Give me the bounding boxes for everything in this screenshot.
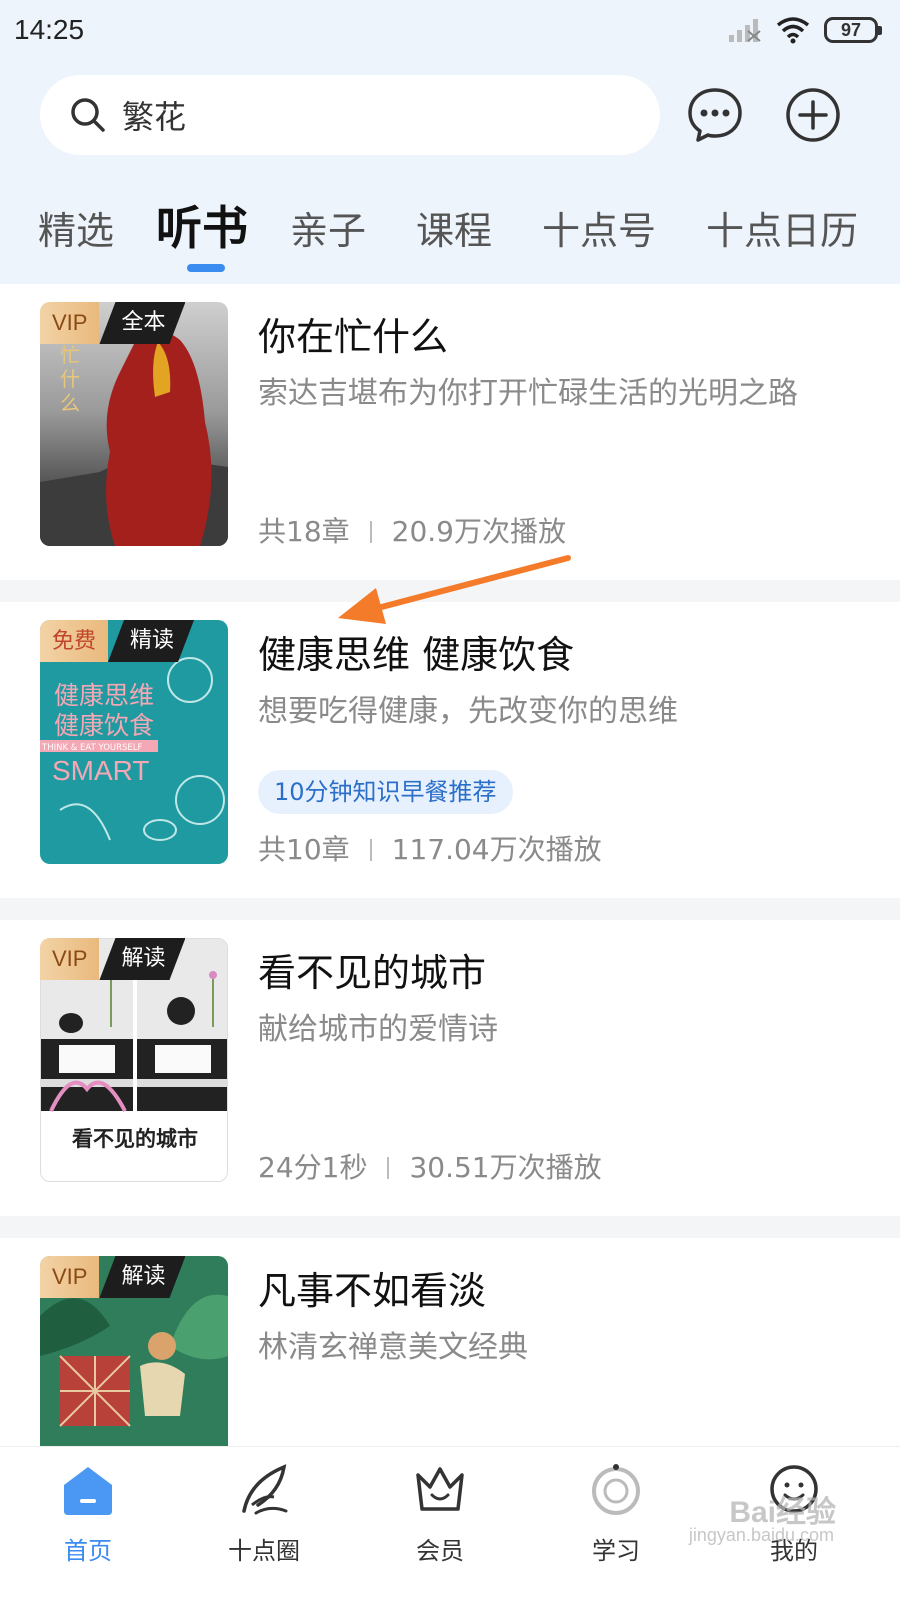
book-subtitle: 想要吃得健康，先改变你的思维 [258,694,678,729]
book-meta: 24分1秒 30.51万次播放 [258,1146,602,1186]
chapter-count: 共18章 [258,515,350,548]
tab-kecheng[interactable]: 课程 [416,200,492,255]
book-title: 健康思维 健康饮食 [258,633,575,677]
signal-icon [729,19,761,42]
chapter-count: 共10章 [258,833,350,866]
book-badge: 免费 精读 [40,620,194,662]
category-tabs: 精选 听书 亲子 课程 十点号 十点日历 [0,190,900,280]
badge-type: 全本 [99,302,185,344]
tab-shidianhao[interactable]: 十点号 [542,200,656,255]
badge-vip: VIP [40,302,100,344]
nav-study[interactable]: 学习 [556,1461,676,1566]
add-icon[interactable] [784,86,842,144]
header: 14:25 97 繁花 精选 听书 亲子 课程 十点号 十点日历 [0,0,900,290]
badge-type: 精读 [108,620,194,662]
book-card[interactable]: VIP 解读 凡事不如看淡 林清玄禅意美文经典 [0,1238,900,1448]
book-card[interactable]: 健康思维 健康饮食 THINK & EAT YOURSELF SMART 免费 … [0,602,900,898]
play-count: 30.51万次播放 [409,1151,602,1184]
nav-label: 十点圈 [228,1537,300,1565]
svg-text:什: 什 [60,367,80,391]
book-meta: 共18章 20.9万次播放 [258,510,566,550]
badge-vip: VIP [40,938,100,980]
book-meta: 共10章 117.04万次播放 [258,828,602,868]
badge-type: 解读 [99,938,185,980]
book-subtitle: 林清玄禅意美文经典 [258,1330,528,1365]
duration: 24分1秒 [258,1151,368,1184]
meta-divider [369,839,372,861]
book-subtitle: 献给城市的爱情诗 [258,1012,498,1047]
tab-jingxuan[interactable]: 精选 [38,200,114,255]
nav-home[interactable]: 首页 [28,1461,148,1566]
play-count: 20.9万次播放 [391,515,566,548]
nav-shidianquan[interactable]: 十点圈 [204,1461,324,1566]
tab-shidianrili[interactable]: 十点日历 [706,200,858,255]
feather-icon [242,1464,288,1515]
badge-type: 解读 [99,1256,185,1298]
nav-vip[interactable]: 会员 [380,1461,500,1566]
status-bar: 14:25 97 [0,0,900,62]
book-card[interactable]: 看不见的城市 VIP 解读 看不见的城市 献给城市的爱情诗 24分1秒 30.51… [0,920,900,1216]
nav-label: 学习 [592,1537,640,1565]
book-badge: VIP 解读 [40,1256,185,1298]
book-title: 看不见的城市 [258,951,487,995]
status-icons: 97 [728,16,882,44]
battery-indicator: 97 [824,17,882,43]
book-subtitle: 索达吉堪布为你打开忙碌生活的光明之路 [258,376,798,411]
cover-title-line2: 健康饮食 [54,711,154,740]
book-badge: VIP 解读 [40,938,185,980]
annotation-arrow [338,555,571,624]
home-icon [64,1467,112,1515]
book-title: 你在忙什么 [258,315,449,359]
badge-vip: VIP [40,1256,100,1298]
watermark-url: jingyan.baidu.com [688,1525,834,1545]
tab-qinzi[interactable]: 亲子 [290,200,366,255]
nav-label: 会员 [416,1537,464,1565]
status-time: 14:25 [14,14,85,45]
svg-text:忙: 忙 [60,343,80,367]
search-query: 繁花 [122,98,187,136]
tab-tingshu[interactable]: 听书 [156,192,248,258]
nav-label: 首页 [64,1537,112,1565]
crown-icon [416,1467,464,1511]
recommend-tag[interactable]: 10分钟知识早餐推荐 [258,770,513,814]
badge-free: 免费 [40,620,109,662]
search-icon [71,98,105,132]
meta-divider [369,521,372,543]
wifi-icon [776,17,810,44]
cover-title: 看不见的城市 [72,1126,198,1151]
book-badge: VIP 全本 [40,302,185,344]
study-icon [592,1464,640,1515]
book-card[interactable]: 忙 什 么 VIP 全本 你在忙什么 索达吉堪布为你打开忙碌生活的光明之路 共1… [0,284,900,580]
play-count: 117.04万次播放 [391,833,602,866]
cover-title-line1: 健康思维 [54,681,154,710]
svg-text:么: 么 [60,391,80,415]
search-input[interactable]: 繁花 [40,75,660,155]
message-icon[interactable] [686,86,744,144]
meta-divider [387,1157,390,1179]
cover-smart: SMART [52,755,150,786]
bottom-nav: 首页 十点圈 会员 学习 我的 Bai经验 jingyan.baidu.com [0,1446,900,1600]
book-title: 凡事不如看淡 [258,1269,487,1313]
cover-banner: THINK & EAT YOURSELF [41,743,143,753]
active-tab-indicator [187,264,225,272]
